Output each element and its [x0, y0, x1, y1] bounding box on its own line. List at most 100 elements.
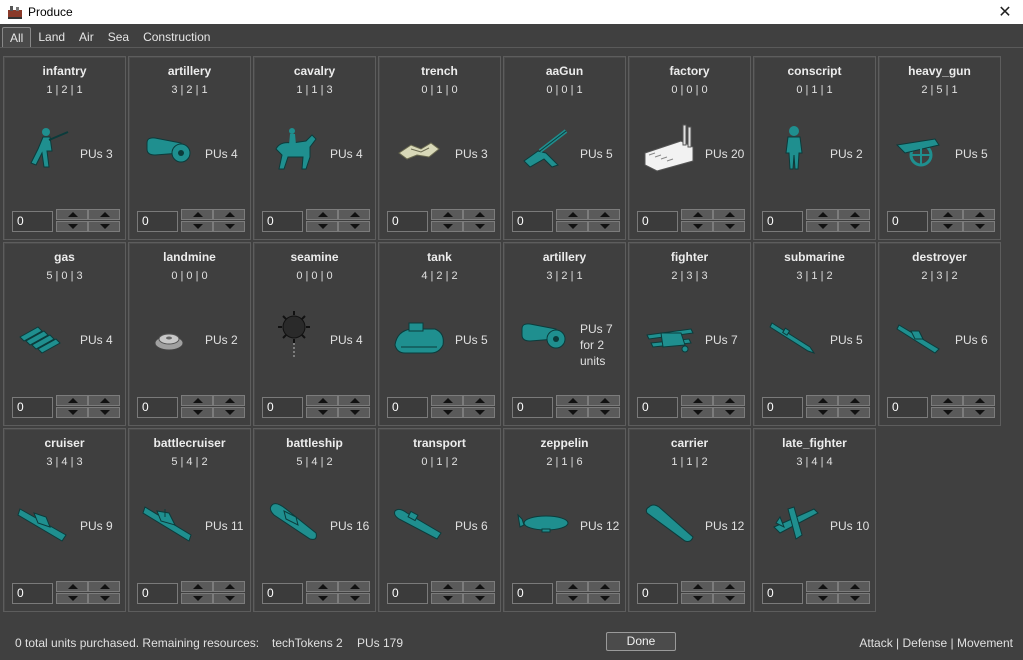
- decrement-button[interactable]: [56, 221, 88, 232]
- tab-sea[interactable]: Sea: [101, 27, 136, 47]
- quantity-input[interactable]: 0: [137, 397, 178, 418]
- increment-button[interactable]: [931, 395, 963, 406]
- max-button[interactable]: [338, 209, 370, 220]
- max-button[interactable]: [963, 209, 995, 220]
- increment-button[interactable]: [56, 581, 88, 592]
- max-button[interactable]: [713, 209, 745, 220]
- max-button[interactable]: [338, 395, 370, 406]
- tab-air[interactable]: Air: [72, 27, 101, 47]
- quantity-input[interactable]: 0: [512, 583, 553, 604]
- max-button[interactable]: [88, 581, 120, 592]
- quantity-input[interactable]: 0: [762, 211, 803, 232]
- increment-button[interactable]: [56, 209, 88, 220]
- increment-button[interactable]: [306, 395, 338, 406]
- increment-button[interactable]: [681, 581, 713, 592]
- max-button[interactable]: [838, 395, 870, 406]
- min-button[interactable]: [463, 221, 495, 232]
- min-button[interactable]: [588, 221, 620, 232]
- min-button[interactable]: [213, 593, 245, 604]
- tab-land[interactable]: Land: [31, 27, 72, 47]
- increment-button[interactable]: [806, 395, 838, 406]
- increment-button[interactable]: [806, 209, 838, 220]
- quantity-input[interactable]: 0: [637, 397, 678, 418]
- min-button[interactable]: [213, 221, 245, 232]
- min-button[interactable]: [213, 407, 245, 418]
- decrement-button[interactable]: [431, 407, 463, 418]
- increment-button[interactable]: [306, 209, 338, 220]
- max-button[interactable]: [463, 209, 495, 220]
- min-button[interactable]: [963, 407, 995, 418]
- increment-button[interactable]: [556, 209, 588, 220]
- min-button[interactable]: [838, 407, 870, 418]
- decrement-button[interactable]: [181, 407, 213, 418]
- decrement-button[interactable]: [306, 221, 338, 232]
- min-button[interactable]: [463, 407, 495, 418]
- increment-button[interactable]: [806, 581, 838, 592]
- decrement-button[interactable]: [556, 221, 588, 232]
- min-button[interactable]: [713, 221, 745, 232]
- min-button[interactable]: [88, 221, 120, 232]
- min-button[interactable]: [713, 407, 745, 418]
- max-button[interactable]: [338, 581, 370, 592]
- increment-button[interactable]: [181, 395, 213, 406]
- max-button[interactable]: [463, 395, 495, 406]
- quantity-input[interactable]: 0: [137, 211, 178, 232]
- decrement-button[interactable]: [681, 407, 713, 418]
- max-button[interactable]: [713, 395, 745, 406]
- min-button[interactable]: [338, 593, 370, 604]
- decrement-button[interactable]: [931, 221, 963, 232]
- quantity-input[interactable]: 0: [262, 211, 303, 232]
- max-button[interactable]: [588, 209, 620, 220]
- increment-button[interactable]: [556, 395, 588, 406]
- increment-button[interactable]: [306, 581, 338, 592]
- min-button[interactable]: [88, 593, 120, 604]
- decrement-button[interactable]: [681, 221, 713, 232]
- min-button[interactable]: [838, 593, 870, 604]
- quantity-input[interactable]: 0: [12, 397, 53, 418]
- decrement-button[interactable]: [556, 593, 588, 604]
- done-button[interactable]: Done: [606, 632, 676, 651]
- decrement-button[interactable]: [181, 593, 213, 604]
- quantity-input[interactable]: 0: [887, 397, 928, 418]
- max-button[interactable]: [463, 581, 495, 592]
- max-button[interactable]: [213, 209, 245, 220]
- min-button[interactable]: [88, 407, 120, 418]
- tab-all[interactable]: All: [2, 27, 32, 47]
- min-button[interactable]: [588, 407, 620, 418]
- quantity-input[interactable]: 0: [512, 211, 553, 232]
- decrement-button[interactable]: [556, 407, 588, 418]
- max-button[interactable]: [588, 395, 620, 406]
- quantity-input[interactable]: 0: [387, 211, 428, 232]
- max-button[interactable]: [588, 581, 620, 592]
- quantity-input[interactable]: 0: [262, 397, 303, 418]
- decrement-button[interactable]: [806, 407, 838, 418]
- min-button[interactable]: [338, 221, 370, 232]
- increment-button[interactable]: [681, 209, 713, 220]
- decrement-button[interactable]: [806, 593, 838, 604]
- quantity-input[interactable]: 0: [387, 583, 428, 604]
- increment-button[interactable]: [431, 395, 463, 406]
- max-button[interactable]: [88, 209, 120, 220]
- decrement-button[interactable]: [681, 593, 713, 604]
- increment-button[interactable]: [556, 581, 588, 592]
- decrement-button[interactable]: [306, 593, 338, 604]
- tab-construction[interactable]: Construction: [136, 27, 217, 47]
- quantity-input[interactable]: 0: [137, 583, 178, 604]
- quantity-input[interactable]: 0: [12, 211, 53, 232]
- quantity-input[interactable]: 0: [387, 397, 428, 418]
- decrement-button[interactable]: [306, 407, 338, 418]
- decrement-button[interactable]: [56, 593, 88, 604]
- min-button[interactable]: [463, 593, 495, 604]
- quantity-input[interactable]: 0: [12, 583, 53, 604]
- max-button[interactable]: [713, 581, 745, 592]
- min-button[interactable]: [588, 593, 620, 604]
- quantity-input[interactable]: 0: [512, 397, 553, 418]
- increment-button[interactable]: [181, 581, 213, 592]
- min-button[interactable]: [338, 407, 370, 418]
- decrement-button[interactable]: [806, 221, 838, 232]
- decrement-button[interactable]: [56, 407, 88, 418]
- decrement-button[interactable]: [931, 407, 963, 418]
- quantity-input[interactable]: 0: [762, 583, 803, 604]
- max-button[interactable]: [88, 395, 120, 406]
- quantity-input[interactable]: 0: [262, 583, 303, 604]
